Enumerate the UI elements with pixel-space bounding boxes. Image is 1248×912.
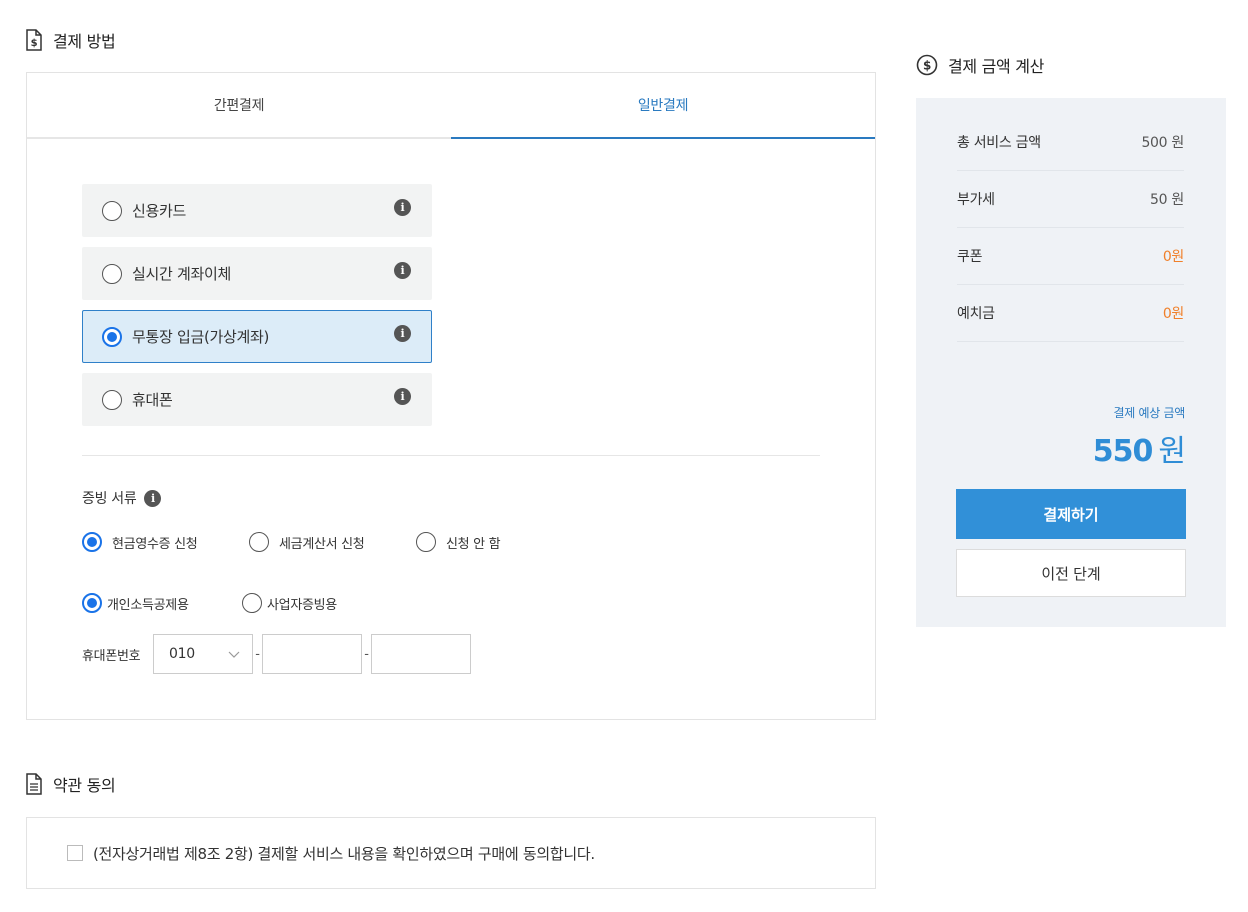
option-no-request[interactable]: 신청 안 함 <box>416 532 501 552</box>
info-button[interactable]: i <box>394 199 411 216</box>
payment-tabs: 간편결제 일반결제 <box>27 73 875 139</box>
option-label: 개인소득공제용 <box>107 597 189 613</box>
previous-step-button[interactable]: 이전 단계 <box>956 549 1186 597</box>
summary-row-value: 0원 <box>1162 306 1184 322</box>
method-credit-card[interactable]: 신용카드 i <box>82 184 432 237</box>
pay-button[interactable]: 결제하기 <box>956 489 1186 539</box>
expected-amount-unit: 원 <box>1158 434 1186 469</box>
info-icon[interactable]: i <box>144 489 162 507</box>
phone-prefix-value: 010 <box>169 646 195 662</box>
summary-panel: 총 서비스 금액 500 원 부가세 50 원 쿠폰 0원 예치금 0원 결제 … <box>916 98 1226 627</box>
payment-panel: 간편결제 일반결제 신용카드 i 실시간 계좌이체 i 무통장 입금(가상계좌)… <box>26 72 876 720</box>
terms-agree-text: (전자상거래법 제8조 2항) 결제할 서비스 내용을 확인하였으며 구매에 동… <box>93 844 595 863</box>
document-icon <box>26 773 42 795</box>
option-label: 현금영수증 신청 <box>112 536 198 552</box>
summary-row-label: 총 서비스 금액 <box>957 135 1041 151</box>
summary-row-label: 쿠폰 <box>957 249 983 265</box>
chevron-down-icon <box>228 651 240 658</box>
summary-row-value: 50 원 <box>1150 192 1184 208</box>
terms-section-title: 약관 동의 <box>25 772 116 796</box>
info-icon: i <box>394 325 411 342</box>
payment-method-list: 신용카드 i 실시간 계좌이체 i 무통장 입금(가상계좌) i 휴대폰 i <box>82 184 432 436</box>
svg-text:$: $ <box>923 59 931 73</box>
option-label: 사업자증빙용 <box>267 597 337 613</box>
info-button[interactable]: i <box>394 262 411 279</box>
summary-row-value: 500 원 <box>1141 135 1184 151</box>
phone-prefix-select[interactable]: 010 <box>153 634 253 674</box>
phone-middle-input[interactable] <box>262 634 362 674</box>
tab-general-payment[interactable]: 일반결제 <box>451 73 875 139</box>
radio-business-proof[interactable] <box>242 593 262 613</box>
radio-no-request[interactable] <box>416 532 436 552</box>
method-virtual-account[interactable]: 무통장 입금(가상계좌) i <box>82 310 432 363</box>
option-personal-deduction[interactable]: 개인소득공제용 <box>82 593 242 613</box>
payment-section-title: $ 결제 방법 <box>25 28 116 52</box>
summary-row-value: 0원 <box>1162 249 1184 265</box>
receipt-title-text: 증빙 서류 <box>82 491 137 507</box>
info-icon: i <box>394 262 411 279</box>
divider <box>82 455 820 456</box>
phone-label: 휴대폰번호 <box>82 648 141 664</box>
radio-bank-transfer[interactable] <box>102 263 122 284</box>
phone-number-row: 휴대폰번호 010 - - <box>82 634 471 674</box>
receipt-purpose-options: 개인소득공제용 사업자증빙용 <box>82 593 337 613</box>
expected-amount-value: 550 <box>1092 434 1154 469</box>
receipt-dollar-icon: $ <box>26 29 42 51</box>
method-mobile-phone[interactable]: 휴대폰 i <box>82 373 432 426</box>
expected-amount-label: 결제 예상 금액 <box>1113 406 1186 420</box>
info-icon: i <box>394 199 411 216</box>
method-label: 실시간 계좌이체 <box>132 265 231 283</box>
expected-amount: 550 원 <box>1092 426 1186 470</box>
phone-separator: - <box>255 646 260 662</box>
option-tax-invoice[interactable]: 세금계산서 신청 <box>249 532 416 552</box>
radio-virtual-account[interactable] <box>102 326 122 347</box>
summary-row-deposit: 예치금 0원 <box>957 285 1184 342</box>
option-cash-receipt[interactable]: 현금영수증 신청 <box>82 532 249 552</box>
radio-tax-invoice[interactable] <box>249 532 269 552</box>
summary-section-title: $ 결제 금액 계산 <box>916 53 1044 77</box>
option-label: 세금계산서 신청 <box>279 536 365 552</box>
radio-credit-card[interactable] <box>102 200 122 221</box>
payment-section-title-text: 결제 방법 <box>53 32 116 51</box>
summary-section-title-text: 결제 금액 계산 <box>948 57 1045 76</box>
summary-row-vat: 부가세 50 원 <box>957 171 1184 228</box>
receipt-type-options: 현금영수증 신청 세금계산서 신청 신청 안 함 <box>82 532 501 552</box>
method-label: 휴대폰 <box>132 391 173 409</box>
phone-last-input[interactable] <box>371 634 471 674</box>
info-icon: i <box>394 388 411 405</box>
option-business-proof[interactable]: 사업자증빙용 <box>242 593 337 613</box>
option-label: 신청 안 함 <box>446 536 501 552</box>
method-label: 신용카드 <box>132 202 187 220</box>
summary-row-label: 예치금 <box>957 306 995 322</box>
svg-text:$: $ <box>31 38 38 49</box>
dollar-circle-icon: $ <box>916 54 938 76</box>
terms-section-title-text: 약관 동의 <box>53 776 116 795</box>
terms-agreement-box: (전자상거래법 제8조 2항) 결제할 서비스 내용을 확인하였으며 구매에 동… <box>26 817 876 889</box>
summary-row-coupon: 쿠폰 0원 <box>957 228 1184 285</box>
radio-cash-receipt[interactable] <box>82 532 102 552</box>
method-bank-transfer[interactable]: 실시간 계좌이체 i <box>82 247 432 300</box>
summary-row-total: 총 서비스 금액 500 원 <box>957 114 1184 171</box>
phone-separator: - <box>364 646 369 662</box>
info-button[interactable]: i <box>394 325 411 342</box>
radio-mobile-phone[interactable] <box>102 389 122 410</box>
summary-row-label: 부가세 <box>957 192 995 208</box>
terms-agree-checkbox[interactable] <box>67 845 83 861</box>
radio-personal-deduction[interactable] <box>82 593 102 613</box>
receipt-title: 증빙 서류 i <box>82 488 162 508</box>
method-label: 무통장 입금(가상계좌) <box>132 328 270 346</box>
tab-simple-payment[interactable]: 간편결제 <box>27 73 451 139</box>
info-button[interactable]: i <box>394 388 411 405</box>
